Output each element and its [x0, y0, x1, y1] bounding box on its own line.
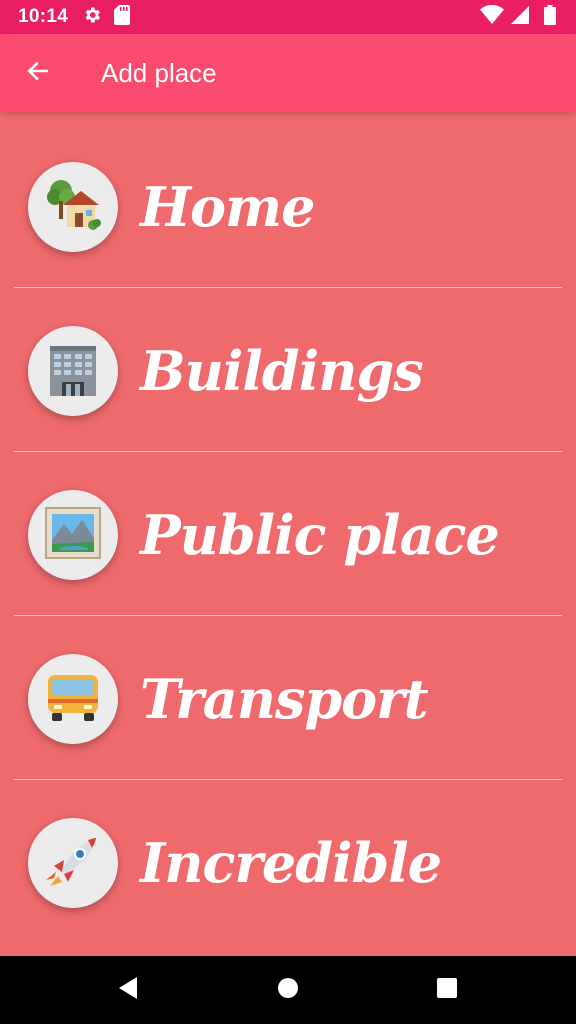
nav-recents-icon — [436, 977, 458, 1004]
battery-icon — [544, 4, 556, 30]
rocket-icon — [44, 832, 102, 895]
framed-picture-icon — [44, 504, 102, 567]
page-title: Add place — [101, 58, 217, 88]
status-bar: 10:14 — [0, 0, 576, 34]
nav-home-icon — [277, 977, 299, 1004]
gear-icon — [82, 5, 102, 30]
place-label: Transport — [140, 667, 429, 731]
place-label: Public place — [140, 503, 500, 567]
office-building-icon — [44, 340, 102, 403]
status-left-icons — [82, 4, 131, 30]
nav-recents-button[interactable] — [431, 974, 463, 1006]
list-item-buildings[interactable]: Buildings — [0, 288, 576, 452]
status-time: 10:14 — [18, 6, 69, 27]
list-item-public-place[interactable]: Public place — [0, 452, 576, 616]
sd-card-icon — [114, 4, 131, 30]
status-right-icons — [480, 0, 556, 34]
nav-home-button[interactable] — [272, 974, 304, 1006]
navigation-bar — [0, 956, 576, 1024]
wifi-icon — [480, 4, 504, 30]
avatar — [28, 490, 118, 580]
avatar — [28, 654, 118, 744]
list-item-transport[interactable]: Transport — [0, 616, 576, 780]
place-label: Buildings — [140, 339, 424, 403]
back-button[interactable] — [22, 57, 54, 89]
avatar — [28, 818, 118, 908]
avatar — [28, 162, 118, 252]
list-item-home[interactable]: Home — [0, 124, 576, 288]
list-item-incredible[interactable]: Incredible — [0, 780, 576, 944]
bus-icon — [44, 671, 102, 728]
place-list: Home Buildings Public place Transport In… — [0, 124, 576, 944]
cell-signal-icon — [510, 5, 530, 30]
nav-back-button[interactable] — [112, 974, 144, 1006]
app-bar: Add place — [0, 34, 576, 112]
avatar — [28, 326, 118, 416]
place-label: Home — [140, 175, 316, 239]
arrow-back-icon — [25, 58, 51, 89]
nav-back-icon — [117, 976, 139, 1005]
house-with-garden-icon — [45, 177, 101, 238]
place-label: Incredible — [140, 831, 442, 895]
